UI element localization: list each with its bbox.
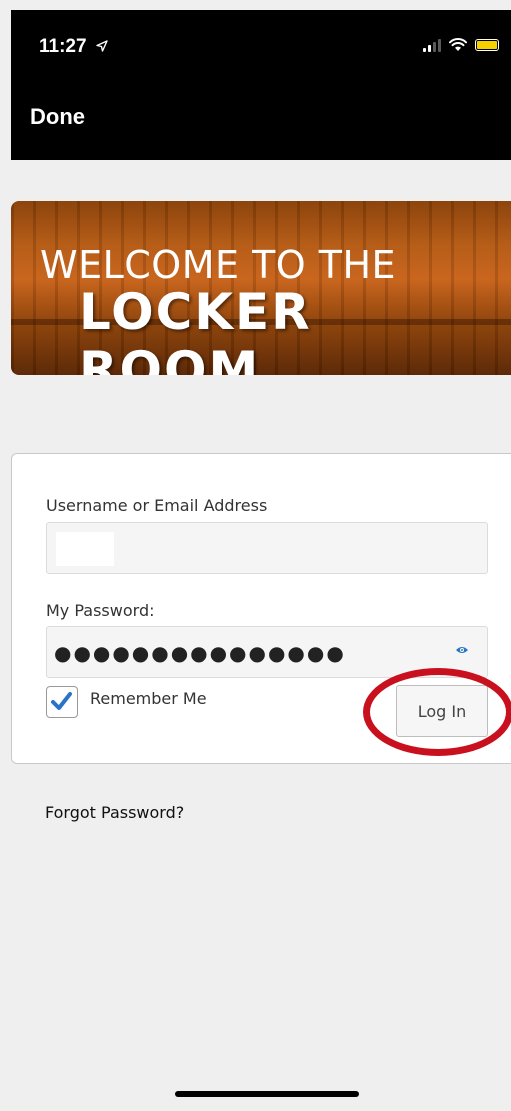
signal-icon bbox=[423, 38, 441, 52]
username-value-redacted bbox=[56, 532, 114, 566]
forgot-password-link[interactable]: Forgot Password? bbox=[45, 803, 184, 822]
banner-title-line2: LOCKER ROOM bbox=[79, 283, 312, 375]
done-button[interactable]: Done bbox=[30, 104, 85, 130]
username-input[interactable] bbox=[46, 522, 488, 574]
location-arrow-icon bbox=[96, 40, 108, 52]
status-time: 11:27 bbox=[39, 36, 87, 57]
username-label: Username or Email Address bbox=[46, 496, 268, 515]
login-card: Username or Email Address My Password: ●… bbox=[11, 453, 511, 764]
password-label: My Password: bbox=[46, 601, 155, 620]
eye-icon[interactable] bbox=[455, 645, 469, 655]
remember-me-label: Remember Me bbox=[90, 689, 207, 708]
status-icons bbox=[423, 38, 499, 52]
password-value: ●●●●●●●●●●●●●●● bbox=[54, 641, 346, 665]
locker-room-banner: WELCOME TO THE LOCKER ROOM bbox=[11, 201, 511, 375]
remember-me-checkbox[interactable] bbox=[46, 686, 78, 718]
status-bar: 11:27 bbox=[11, 10, 511, 80]
log-in-button[interactable]: Log In bbox=[396, 685, 488, 737]
nav-bar: Done bbox=[11, 80, 511, 160]
battery-icon bbox=[475, 39, 499, 51]
password-input[interactable]: ●●●●●●●●●●●●●●● bbox=[46, 626, 488, 678]
battery-level bbox=[477, 41, 497, 49]
checkmark-icon bbox=[51, 692, 72, 710]
wifi-icon bbox=[449, 38, 467, 51]
home-indicator[interactable] bbox=[175, 1091, 359, 1097]
banner-title-line1: WELCOME TO THE bbox=[40, 243, 397, 287]
